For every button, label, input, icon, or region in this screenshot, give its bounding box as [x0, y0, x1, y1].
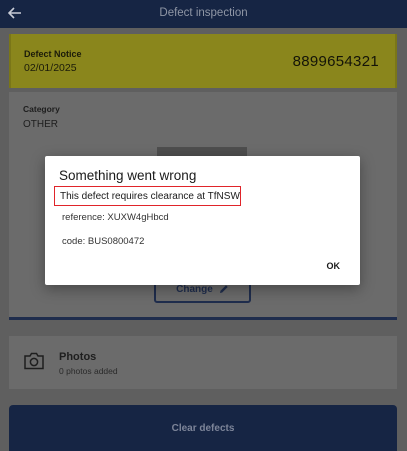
- pencil-icon: [219, 285, 228, 293]
- photos-card[interactable]: Photos 0 photos added: [9, 336, 397, 389]
- clear-defects-label: Clear defects: [171, 422, 235, 434]
- error-dialog: Something went wrong This defect require…: [45, 156, 360, 285]
- defect-notice-card: Defect Notice 02/01/2025 8899654321: [9, 34, 397, 88]
- dialog-code: code: BUS0800472: [62, 236, 145, 247]
- category-label: Category: [23, 104, 60, 114]
- photos-count: 0 photos added: [59, 366, 118, 376]
- defect-notice-label: Defect Notice: [24, 49, 82, 59]
- change-button-label: Change: [176, 283, 213, 295]
- dialog-reference: reference: XUXW4gHbcd: [62, 212, 169, 223]
- dialog-message: This defect requires clearance at TfNSW: [54, 186, 241, 206]
- ok-button[interactable]: OK: [327, 261, 341, 271]
- camera-icon: [24, 352, 44, 370]
- photos-title: Photos: [59, 351, 97, 363]
- defect-notice-number: 8899654321: [292, 53, 379, 70]
- category-value: OTHER: [23, 119, 58, 130]
- page-title: Defect inspection: [159, 7, 248, 19]
- defect-notice-date: 02/01/2025: [24, 62, 77, 74]
- dialog-title: Something went wrong: [59, 168, 197, 183]
- app-bar: Defect inspection: [0, 0, 407, 28]
- clear-defects-button[interactable]: Clear defects: [9, 405, 397, 451]
